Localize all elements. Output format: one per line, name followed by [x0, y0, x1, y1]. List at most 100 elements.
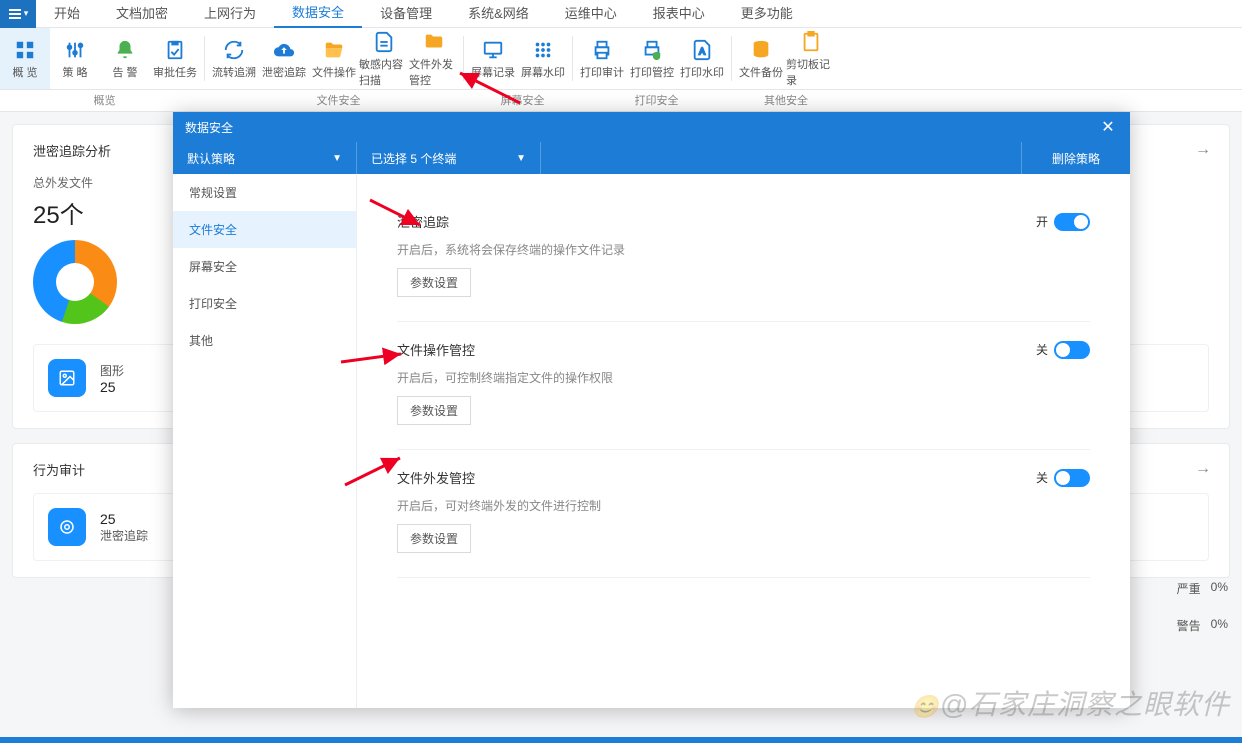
ribbon-file-backup[interactable]: 文件备份	[736, 28, 786, 89]
menu-item-1[interactable]: 文档加密	[98, 0, 186, 28]
ribbon-label: 屏幕水印	[521, 64, 565, 80]
db-icon	[749, 38, 773, 62]
param-settings-button[interactable]: 参数设置	[397, 524, 471, 553]
modal-side-item-1[interactable]: 文件安全	[173, 211, 356, 248]
bell-icon	[113, 38, 137, 62]
modal-sidebar: 常规设置文件安全屏幕安全打印安全其他	[173, 174, 357, 708]
modal-side-item-0[interactable]: 常规设置	[173, 174, 356, 211]
expand-arrow-icon[interactable]: →	[1195, 141, 1211, 159]
svg-text:A: A	[699, 46, 706, 56]
ribbon-overview[interactable]: 概 览	[0, 28, 50, 89]
modal-content: 泄密追踪开开启后，系统将会保存终端的操作文件记录参数设置文件操作管控关开启后，可…	[357, 174, 1130, 708]
monitor-icon	[481, 38, 505, 62]
section-label: 概览	[0, 90, 209, 111]
printer-icon	[590, 38, 614, 62]
ribbon-label: 屏幕记录	[471, 64, 515, 80]
document-icon	[372, 30, 396, 54]
donut-chart	[33, 240, 117, 324]
cloud-up-icon	[272, 38, 296, 62]
file-a-icon: A	[690, 38, 714, 62]
ribbon-screen-record[interactable]: 屏幕记录	[468, 28, 518, 89]
setting-title: 文件外发管控	[397, 468, 475, 487]
ribbon-print-ctrl[interactable]: 打印管控	[627, 28, 677, 89]
clipboard-icon	[163, 38, 187, 62]
ribbon-outgoing-ctrl[interactable]: 文件外发管控	[409, 28, 459, 89]
ribbon-flow-trace[interactable]: 流转追溯	[209, 28, 259, 89]
policy-label: 默认策略	[187, 150, 235, 167]
ribbon-section-labels: 概览文件安全屏幕安全打印安全其他安全	[0, 90, 1242, 112]
ribbon-label: 审批任务	[153, 64, 197, 80]
ribbon-file-op[interactable]: 文件操作	[309, 28, 359, 89]
menu-item-6[interactable]: 运维中心	[547, 0, 635, 28]
setting-block-1: 文件操作管控关开启后，可控制终端指定文件的操作权限参数设置	[397, 322, 1090, 450]
section-label: 打印安全	[577, 90, 736, 111]
dots-icon	[531, 38, 555, 62]
param-settings-button[interactable]: 参数设置	[397, 396, 471, 425]
ribbon-label: 告 警	[112, 64, 137, 80]
policy-dropdown[interactable]: 默认策略 ▼	[173, 142, 357, 174]
top-menubar: ▾ 开始文档加密上网行为数据安全设备管理系统&网络运维中心报表中心更多功能	[0, 0, 1242, 28]
ribbon-label: 策 略	[62, 64, 87, 80]
caret-down-icon: ▼	[516, 153, 526, 164]
section-label: 文件安全	[209, 90, 468, 111]
menu-item-7[interactable]: 报表中心	[635, 0, 723, 28]
toggle-state-label: 关	[1036, 341, 1048, 358]
target-icon	[48, 508, 86, 546]
printer-shield-icon	[640, 38, 664, 62]
menu-icon	[8, 7, 22, 21]
close-icon[interactable]: ✕	[1098, 117, 1118, 137]
modal-side-item-2[interactable]: 屏幕安全	[173, 248, 356, 285]
data-security-modal: 数据安全 ✕ 默认策略 ▼ 已选择 5 个终端 ▼ 删除策略 常规设置文件安全屏…	[173, 112, 1130, 708]
scope-dropdown[interactable]: 已选择 5 个终端 ▼	[357, 142, 541, 174]
behavior-label: 泄密追踪	[100, 527, 148, 544]
right-stats-panel: 严重0%警告0%	[1177, 580, 1228, 654]
ribbon-label: 流转追溯	[212, 64, 256, 80]
menu-item-4[interactable]: 设备管理	[362, 0, 450, 28]
ribbon-screen-watermark[interactable]: 屏幕水印	[518, 28, 568, 89]
modal-side-item-3[interactable]: 打印安全	[173, 285, 356, 322]
menu-item-2[interactable]: 上网行为	[186, 0, 274, 28]
expand-arrow-icon[interactable]: →	[1195, 460, 1211, 478]
image-icon	[48, 359, 86, 397]
folder-open-icon	[322, 38, 346, 62]
modal-title: 数据安全	[185, 119, 233, 136]
app-menu-button[interactable]: ▾	[0, 0, 36, 28]
rotate-icon	[222, 38, 246, 62]
ribbon-label: 打印管控	[630, 64, 674, 80]
menu-item-0[interactable]: 开始	[36, 0, 98, 28]
section-label: 屏幕安全	[468, 90, 577, 111]
ribbon-label: 概 览	[12, 64, 37, 80]
modal-header: 数据安全 ✕	[173, 112, 1130, 142]
ribbon-leak-trace[interactable]: 泄密追踪	[259, 28, 309, 89]
ribbon-label: 打印审计	[580, 64, 624, 80]
toggle-switch[interactable]	[1054, 213, 1090, 231]
ribbon-strategy[interactable]: 策 略	[50, 28, 100, 89]
ribbon-print-watermark[interactable]: A 打印水印	[677, 28, 727, 89]
ribbon-approval[interactable]: 审批任务	[150, 28, 200, 89]
toggle-state-label: 开	[1036, 213, 1048, 230]
menu-item-3[interactable]: 数据安全	[274, 0, 362, 28]
ribbon-sensitive-scan[interactable]: 敏感内容扫描	[359, 28, 409, 89]
stat-row: 严重0%	[1177, 580, 1228, 597]
param-settings-button[interactable]: 参数设置	[397, 268, 471, 297]
delete-policy-button[interactable]: 删除策略	[1021, 142, 1130, 174]
ribbon-alert[interactable]: 告 警	[100, 28, 150, 89]
toggle-switch[interactable]	[1054, 469, 1090, 487]
setting-desc: 开启后，系统将会保存终端的操作文件记录	[397, 241, 1090, 258]
menu-item-8[interactable]: 更多功能	[723, 0, 811, 28]
ribbon-label: 文件操作	[312, 64, 356, 80]
ribbon-clipboard-log[interactable]: 剪切板记录	[786, 28, 836, 89]
paste-icon	[799, 30, 823, 54]
menu-item-5[interactable]: 系统&网络	[450, 0, 547, 28]
ribbon-print-audit[interactable]: 打印审计	[577, 28, 627, 89]
ribbon-label: 打印水印	[680, 64, 724, 80]
section-label: 其他安全	[736, 90, 836, 111]
toggle-switch[interactable]	[1054, 341, 1090, 359]
caret-down-icon: ▼	[332, 153, 342, 164]
ribbon-label: 泄密追踪	[262, 64, 306, 80]
setting-desc: 开启后，可对终端外发的文件进行控制	[397, 497, 1090, 514]
ribbon-toolbar: 概 览 策 略 告 警审批任务流转追溯泄密追踪文件操作敏感内容扫描文件外发管控屏幕记…	[0, 28, 1242, 90]
modal-subheader: 默认策略 ▼ 已选择 5 个终端 ▼ 删除策略	[173, 142, 1130, 174]
modal-side-item-4[interactable]: 其他	[173, 322, 356, 359]
behavior-value: 25	[100, 511, 148, 527]
